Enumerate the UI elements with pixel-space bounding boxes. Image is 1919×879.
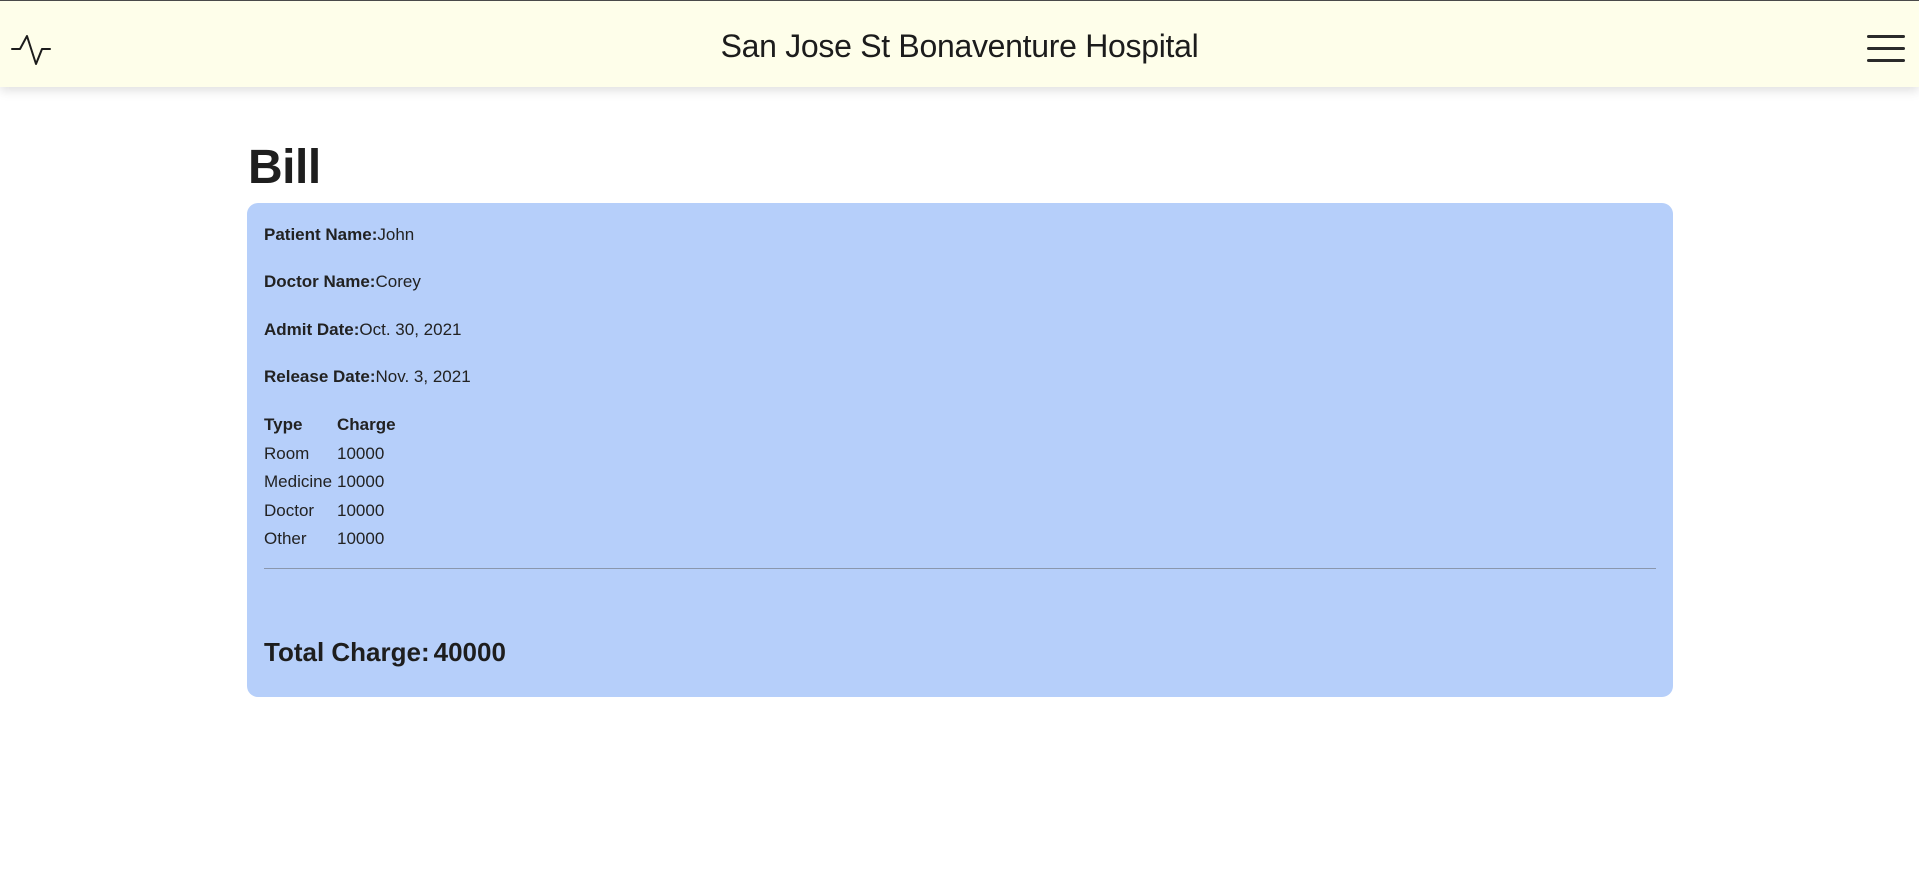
charge-amount: 10000 bbox=[337, 500, 385, 520]
column-header-charge: Charge bbox=[337, 415, 396, 435]
release-date-field: Release Date:Nov. 3, 2021 bbox=[264, 367, 471, 387]
charge-amount: 10000 bbox=[337, 443, 385, 463]
page-title: Bill bbox=[248, 141, 321, 194]
divider bbox=[264, 568, 1656, 569]
charge-type: Other bbox=[264, 529, 307, 549]
charge-type: Room bbox=[264, 443, 310, 463]
charge-amount: 10000 bbox=[337, 529, 385, 549]
release-date-label: Release Date: bbox=[264, 367, 376, 386]
hamburger-menu-icon[interactable] bbox=[1867, 33, 1907, 65]
total-charge-value: 40000 bbox=[433, 637, 506, 667]
release-date-value: Nov. 3, 2021 bbox=[375, 367, 471, 386]
doctor-name-field: Doctor Name:Corey bbox=[264, 272, 421, 292]
patient-name-label: Patient Name: bbox=[264, 225, 378, 244]
top-navbar: San Jose St Bonaventure Hospital bbox=[0, 0, 1919, 87]
doctor-name-label: Doctor Name: bbox=[264, 272, 376, 291]
patient-name-value: John bbox=[377, 225, 415, 244]
column-header-type: Type bbox=[264, 415, 303, 435]
doctor-name-value: Corey bbox=[375, 272, 421, 291]
table-row: Other 10000 bbox=[264, 525, 396, 554]
table-row: Room 10000 bbox=[264, 440, 396, 469]
site-title: San Jose St Bonaventure Hospital bbox=[720, 28, 1199, 64]
patient-name-field: Patient Name:John bbox=[264, 225, 414, 245]
table-header-row: Type Charge bbox=[264, 411, 396, 440]
bill-card: Patient Name:John Doctor Name:Corey Admi… bbox=[247, 203, 1673, 697]
charge-type: Doctor bbox=[264, 500, 315, 520]
admit-date-field: Admit Date:Oct. 30, 2021 bbox=[264, 320, 461, 340]
table-row: Medicine 10000 bbox=[264, 468, 396, 497]
charge-type: Medicine bbox=[264, 472, 333, 492]
total-charge: Total Charge: 40000 bbox=[264, 637, 506, 668]
table-row: Doctor 10000 bbox=[264, 497, 396, 526]
admit-date-label: Admit Date: bbox=[264, 320, 360, 339]
total-charge-label: Total Charge: bbox=[264, 637, 430, 667]
charges-table: Type Charge Room 10000 Medicine 10000 Do… bbox=[264, 411, 396, 554]
admit-date-value: Oct. 30, 2021 bbox=[359, 320, 462, 339]
charge-amount: 10000 bbox=[337, 472, 385, 492]
